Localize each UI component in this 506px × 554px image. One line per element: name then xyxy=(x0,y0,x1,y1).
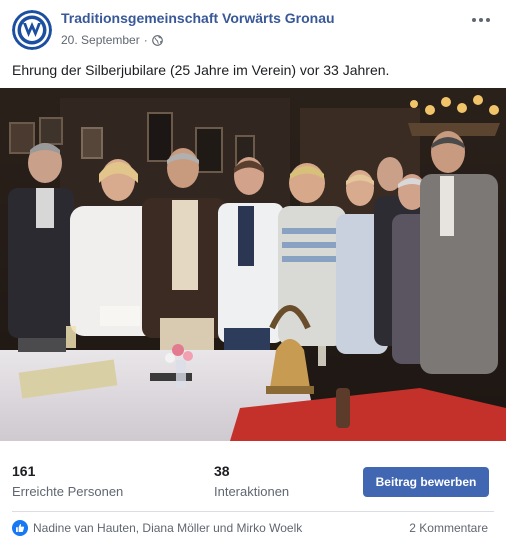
meta-separator: · xyxy=(143,33,148,47)
post-photo[interactable] xyxy=(0,88,506,441)
interactions-value: 38 xyxy=(214,463,230,479)
post-date[interactable]: 20. September xyxy=(61,33,140,47)
page-name-link[interactable]: Traditionsgemeinschaft Vorwärts Gronau xyxy=(61,10,335,26)
group-photo-illustration xyxy=(0,88,506,441)
more-dot xyxy=(479,18,483,22)
boost-post-button[interactable]: Beitrag bewerben xyxy=(363,467,489,497)
reactions-names[interactable]: Nadine van Hauten, Diana Möller und Mirk… xyxy=(33,521,302,535)
more-options-icon[interactable] xyxy=(470,12,492,28)
more-dot xyxy=(472,18,476,22)
interactions-stat: 38 Interaktionen xyxy=(214,463,289,499)
page-avatar[interactable] xyxy=(12,10,52,50)
like-icon xyxy=(12,520,28,536)
reactions-summary[interactable]: Nadine van Hauten, Diana Möller und Mirk… xyxy=(12,517,302,539)
club-logo xyxy=(12,10,52,50)
post-caption: Ehrung der Silberjubilare (25 Jahre im V… xyxy=(12,62,390,78)
post-meta: 20. September · xyxy=(61,33,163,47)
divider xyxy=(12,511,494,512)
reached-people-label: Erreichte Personen xyxy=(12,484,124,499)
reached-people-value: 161 xyxy=(12,463,36,479)
comments-count-link[interactable]: 2 Kommentare xyxy=(409,521,488,535)
post-header: Traditionsgemeinschaft Vorwärts Gronau 2… xyxy=(0,0,506,58)
reached-people-stat: 161 Erreichte Personen xyxy=(12,463,123,499)
more-dot xyxy=(486,18,490,22)
globe-icon[interactable] xyxy=(151,34,163,46)
interactions-label: Interaktionen xyxy=(214,484,290,499)
facebook-post: Traditionsgemeinschaft Vorwärts Gronau 2… xyxy=(0,0,506,554)
